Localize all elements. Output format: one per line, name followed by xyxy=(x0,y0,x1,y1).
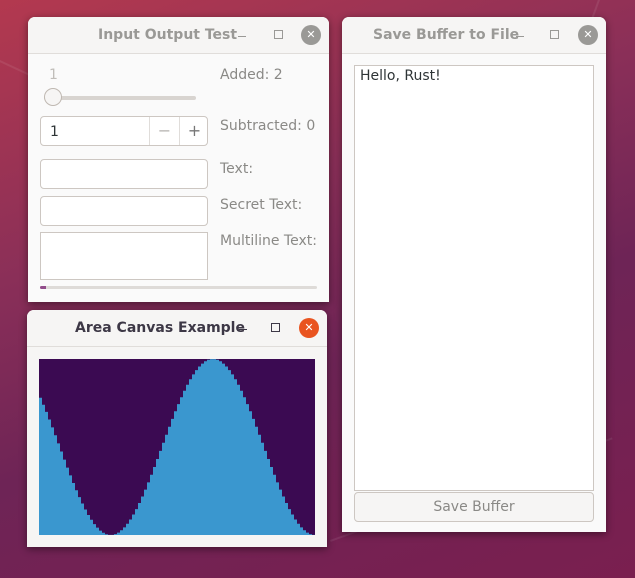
close-icon[interactable]: ✕ xyxy=(578,25,598,45)
input-output-content: 1 Added: 2 1 − + Subtracted: 0 Text: Sec… xyxy=(28,54,329,302)
slider-knob[interactable] xyxy=(44,88,62,106)
save-buffer-content: Hello, Rust! Save Buffer xyxy=(342,54,606,532)
minimize-icon[interactable] xyxy=(510,25,530,45)
maximize-icon[interactable] xyxy=(265,318,285,338)
slider-trough[interactable] xyxy=(44,96,196,100)
area-canvas-content xyxy=(27,347,327,547)
spin-decrement-button[interactable]: − xyxy=(149,117,179,145)
save-buffer-titlebar[interactable]: Save Buffer to File ✕ xyxy=(342,17,606,54)
added-label: Added: 2 xyxy=(220,67,283,83)
minimize-icon[interactable] xyxy=(232,25,252,45)
area-canvas-window: Area Canvas Example ✕ xyxy=(27,310,327,547)
save-buffer-button[interactable]: Save Buffer xyxy=(354,492,594,522)
maximize-icon[interactable] xyxy=(544,25,564,45)
secret-text-entry[interactable] xyxy=(40,196,208,226)
buffer-text: Hello, Rust! xyxy=(360,68,441,84)
slider-value-label: 1 xyxy=(49,67,58,83)
window-title: Save Buffer to File xyxy=(373,27,520,43)
spin-increment-button[interactable]: + xyxy=(179,117,209,145)
buffer-text-view[interactable]: Hello, Rust! xyxy=(354,65,594,491)
area-canvas-titlebar[interactable]: Area Canvas Example ✕ xyxy=(27,310,327,347)
area-canvas[interactable] xyxy=(39,359,315,535)
save-buffer-window: Save Buffer to File ✕ Hello, Rust! Save … xyxy=(342,17,606,532)
spin-value: 1 xyxy=(50,124,59,140)
secret-text-label: Secret Text: xyxy=(220,197,303,213)
multiline-text-label: Multiline Text: xyxy=(220,233,317,249)
maximize-icon[interactable] xyxy=(268,25,288,45)
text-label: Text: xyxy=(220,161,254,177)
spin-button[interactable]: 1 − + xyxy=(40,116,208,146)
window-title: Input Output Test xyxy=(98,27,238,43)
close-icon[interactable]: ✕ xyxy=(301,25,321,45)
window-title: Area Canvas Example xyxy=(75,320,245,336)
minimize-icon[interactable] xyxy=(233,318,253,338)
progress-bar xyxy=(40,286,317,289)
close-icon[interactable]: ✕ xyxy=(299,318,319,338)
progress-fill xyxy=(40,286,46,289)
subtracted-label: Subtracted: 0 xyxy=(220,118,316,134)
text-entry[interactable] xyxy=(40,159,208,189)
multiline-text-view[interactable] xyxy=(40,232,208,280)
input-output-window: Input Output Test ✕ 1 Added: 2 1 − + Sub… xyxy=(28,17,329,302)
input-output-titlebar[interactable]: Input Output Test ✕ xyxy=(28,17,329,54)
